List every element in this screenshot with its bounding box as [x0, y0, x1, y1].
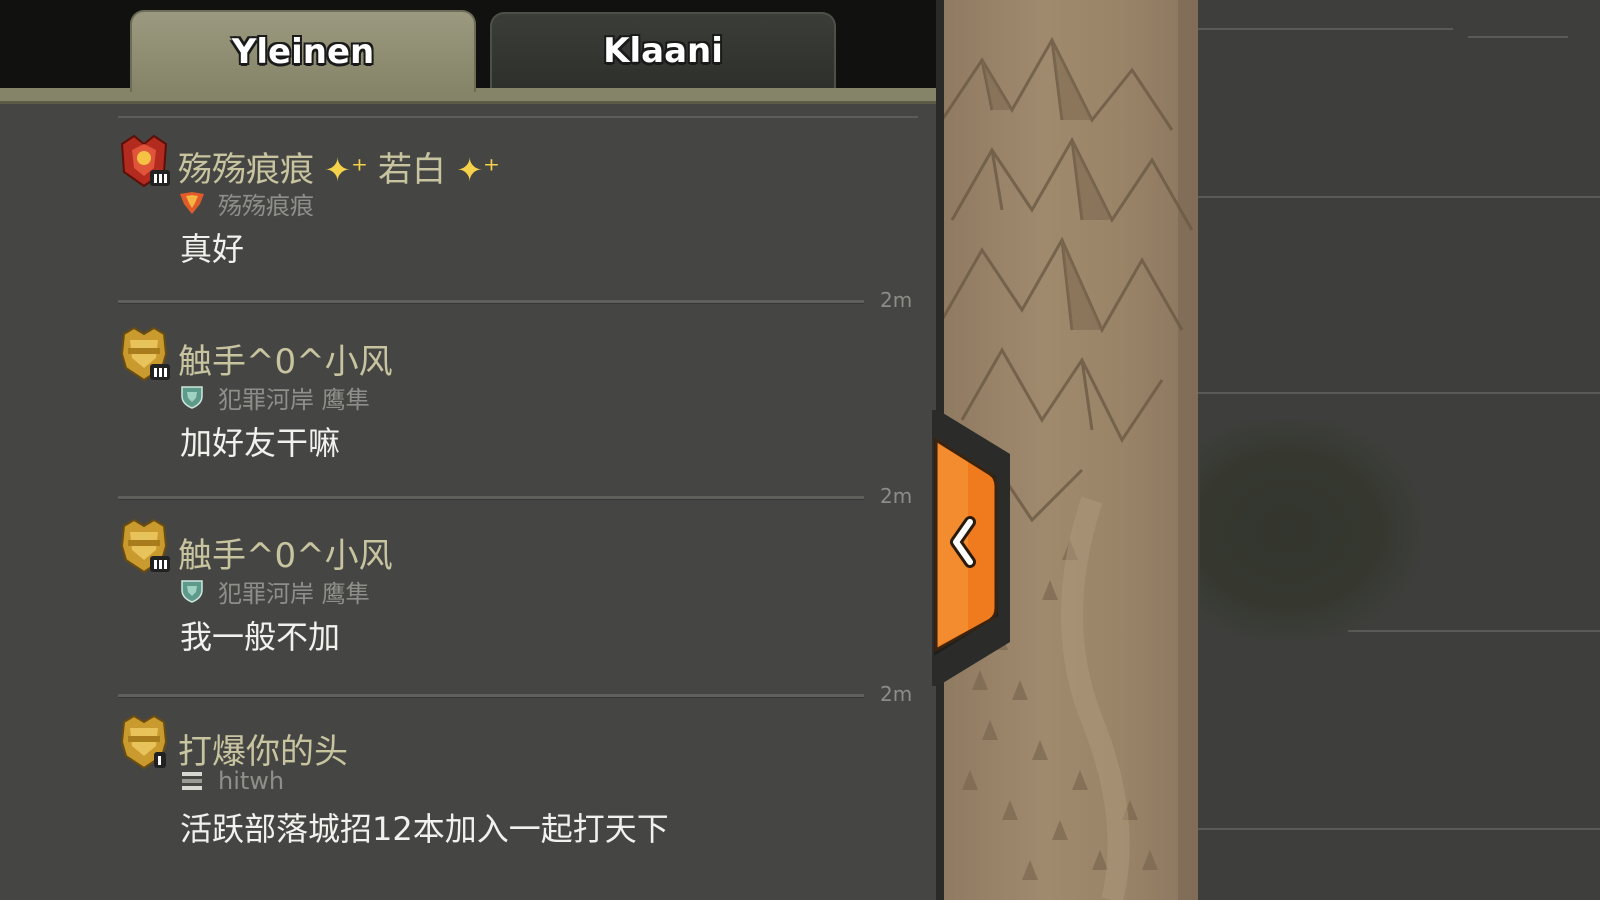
timestamp: 2m	[880, 484, 913, 508]
message-text: 真好	[180, 230, 245, 268]
striped-clan-badge-icon	[182, 772, 202, 790]
chat-message: 2m 触手^0^小风 犯罪河岸 鹰隼 我一般不加	[0, 484, 942, 692]
username[interactable]: 触手^0^小风	[178, 528, 393, 577]
tab-general[interactable]: Yleinen	[130, 10, 476, 92]
clan-name: 犯罪河岸 鹰隼	[218, 385, 370, 414]
message-text: 活跃部落城招12本加入一起打天下	[180, 810, 669, 848]
clan-name: 犯罪河岸 鹰隼	[218, 579, 370, 608]
champion-league-icon	[120, 326, 170, 382]
background-line	[1198, 196, 1600, 198]
message-text: 我一般不加	[180, 618, 341, 656]
message-list[interactable]: 殇殇痕痕 ✦⁺ 若白 ✦⁺ 殇殇痕痕 真好 2m 触手^0^小风 犯罪河岸 鹰隼…	[0, 104, 942, 900]
sparkle-icon: ✦⁺	[446, 151, 500, 189]
background-line	[1198, 392, 1600, 394]
green-clan-badge-icon	[181, 580, 203, 603]
divider	[118, 694, 864, 698]
divider	[118, 496, 864, 500]
clan-row[interactable]: 犯罪河岸 鹰隼	[178, 576, 370, 608]
sparkle-icon: ✦⁺	[314, 151, 379, 189]
clan-name: hitwh	[218, 767, 285, 795]
username[interactable]: 殇殇痕痕 ✦⁺ 若白 ✦⁺	[178, 142, 500, 191]
tab-clan[interactable]: Klaani	[490, 12, 836, 88]
green-clan-badge-icon	[181, 386, 203, 409]
divider	[118, 300, 864, 304]
message-text: 加好友干嘛	[180, 424, 341, 462]
champion-league-icon	[120, 714, 168, 770]
background-line	[1198, 828, 1600, 830]
background-line	[1468, 36, 1568, 38]
background-line	[1198, 28, 1453, 30]
collapse-chat-button[interactable]	[932, 410, 1024, 686]
tab-bar: Yleinen Klaani	[0, 0, 942, 92]
clan-row[interactable]: 犯罪河岸 鹰隼	[178, 382, 370, 414]
timestamp: 2m	[880, 682, 913, 706]
clan-row[interactable]: hitwh	[178, 766, 284, 796]
red-clan-badge-icon	[180, 192, 204, 214]
username[interactable]: 触手^0^小风	[178, 334, 393, 383]
clan-name: 殇殇痕痕	[218, 191, 314, 220]
chat-panel: Yleinen Klaani 殇殇痕痕 ✦⁺ 若白 ✦⁺ 殇殇痕痕 真好 2m …	[0, 0, 942, 900]
clan-row[interactable]: 殇殇痕痕	[178, 188, 314, 220]
divider	[118, 116, 918, 118]
username-suffix: 若白	[378, 150, 447, 190]
blurred-shadow	[1200, 420, 1420, 640]
chat-message: 2m 打爆你的头 hitwh 活跃部落城招12本加入一起打天下	[0, 682, 942, 890]
chat-message: 殇殇痕痕 ✦⁺ 若白 ✦⁺ 殇殇痕痕 真好	[0, 104, 942, 300]
legend-league-icon	[120, 134, 170, 188]
champion-league-icon	[120, 518, 170, 574]
timestamp: 2m	[880, 288, 913, 312]
chat-message: 2m 触手^0^小风 犯罪河岸 鹰隼 加好友干嘛	[0, 288, 942, 496]
username-name: 殇殇痕痕	[178, 150, 314, 190]
